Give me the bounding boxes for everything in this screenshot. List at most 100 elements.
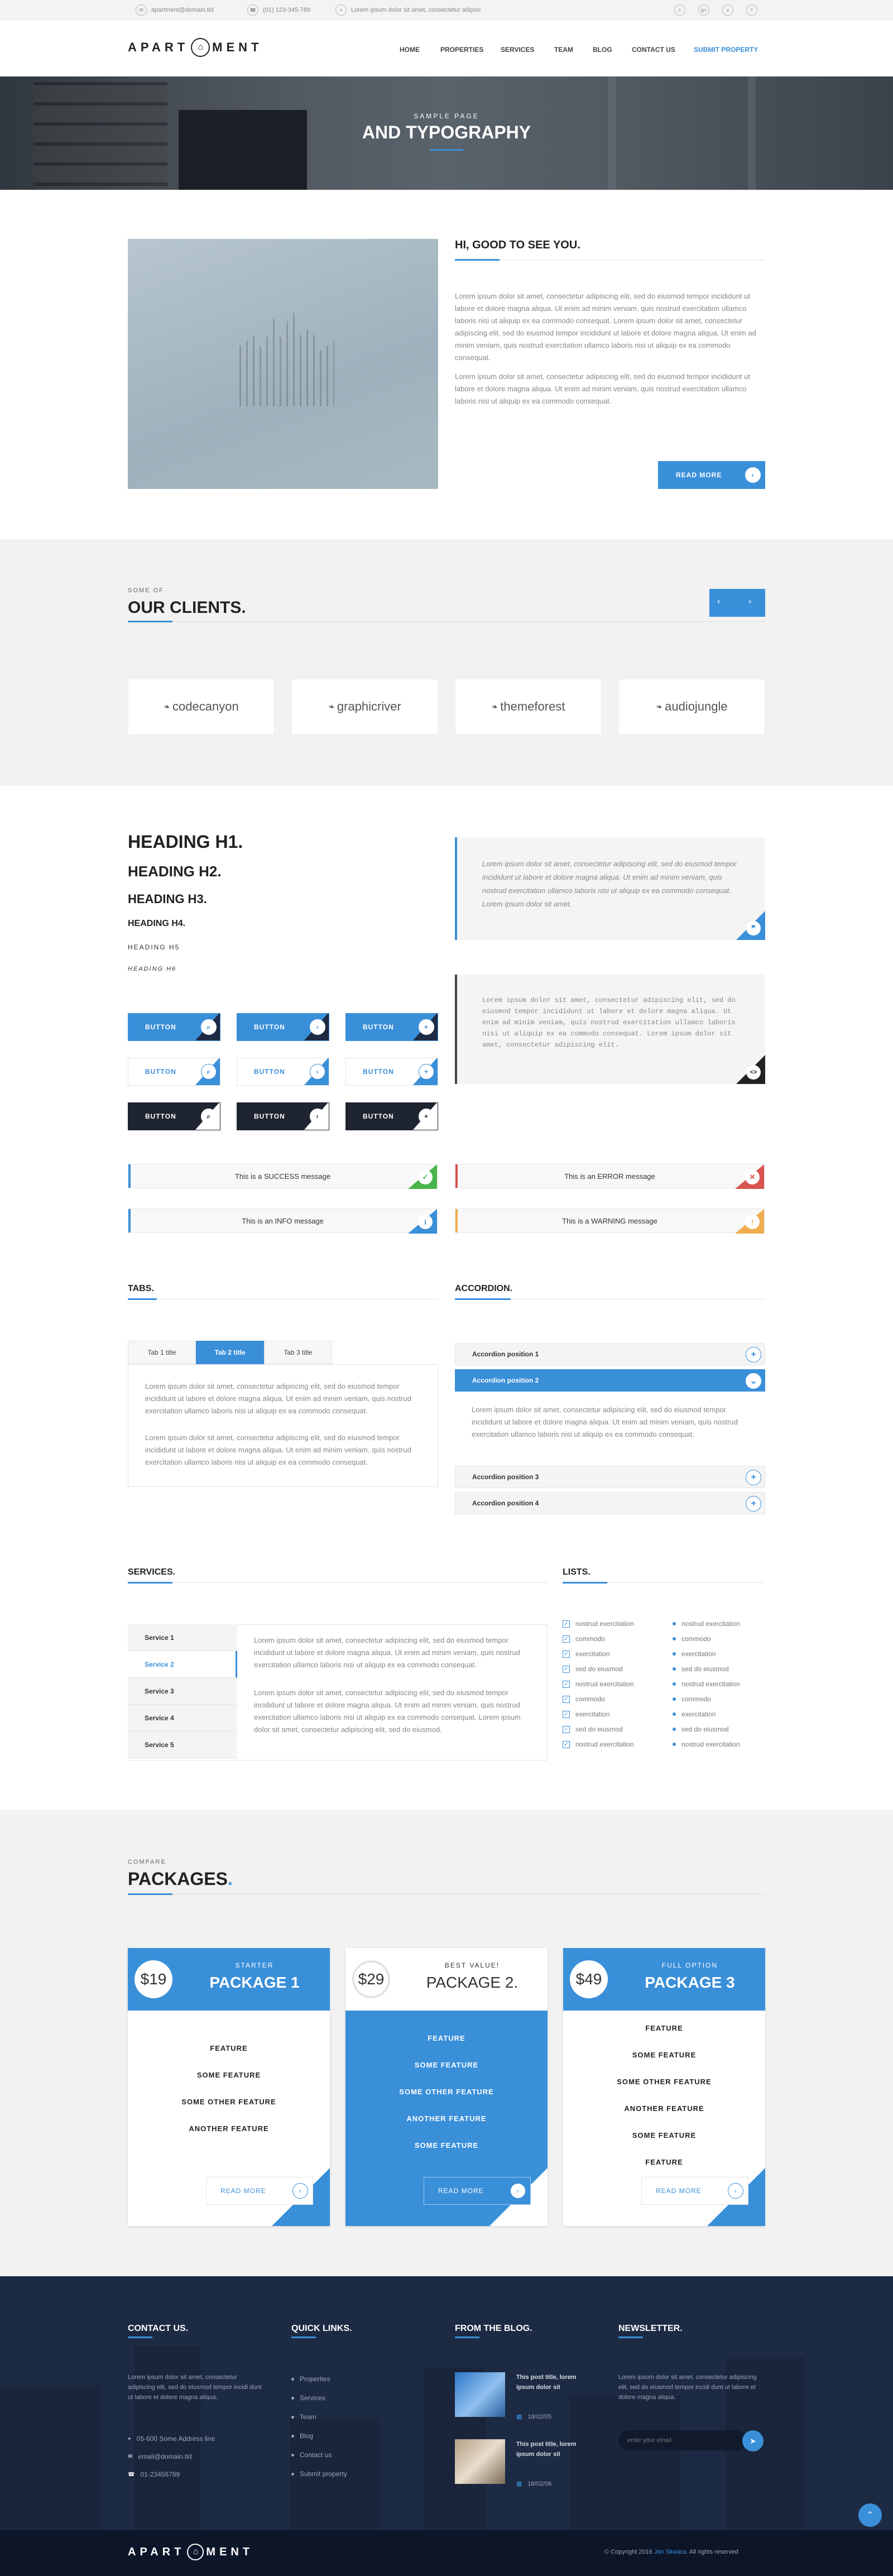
list-item-text: nostrud exercitation <box>575 1740 634 1748</box>
package-read-more-button[interactable]: READ MORE › <box>424 2177 531 2205</box>
service-tab-2[interactable]: Service 2 <box>128 1651 237 1678</box>
button-label: READ MORE <box>220 2187 266 2195</box>
demo-button-r2-c2[interactable]: BUTTON › <box>237 1058 329 1086</box>
logo[interactable]: APART ⌂ MENT <box>128 38 262 57</box>
quick-link-blog[interactable]: Blog <box>291 2432 313 2440</box>
code-text: Lorem ipsum dolor sit amet, consectetur … <box>482 996 736 1049</box>
quick-link-services[interactable]: Services <box>291 2394 325 2402</box>
blog-thumb-2[interactable] <box>455 2439 505 2484</box>
search-icon: ⌕ <box>201 1064 217 1080</box>
bullet-icon <box>291 2453 294 2457</box>
demo-button-r1-c3[interactable]: BUTTON + <box>345 1013 438 1041</box>
topbar-phone[interactable]: ☎ (01) 123-345-789 <box>247 4 310 16</box>
tab-paragraph-1: Lorem ipsum dolor sit amet, consectetur … <box>145 1382 411 1415</box>
nav-contact[interactable]: CONTACT US <box>632 46 675 54</box>
message-bar <box>455 1164 458 1188</box>
success-message: This is a SUCCESS message ✓ <box>128 1164 438 1189</box>
list-item-text: sed do eiusmod <box>575 1665 623 1673</box>
bullet-icon <box>673 1712 676 1716</box>
package-tag: FULL OPTION <box>661 1961 718 1969</box>
nav-blog[interactable]: BLOG <box>593 46 612 54</box>
package-read-more-button[interactable]: READ MORE › <box>641 2177 748 2205</box>
button-label: BUTTON <box>254 1068 285 1076</box>
list-item: ✓ sed do eiusmod <box>563 1725 623 1733</box>
blog-thumb-1[interactable] <box>455 2372 505 2417</box>
button-label: BUTTON <box>363 1112 394 1120</box>
footer: CONTACT US. Lorem ipsum dolor sit amet, … <box>0 2276 893 2530</box>
footer-email[interactable]: ✉ email@domain.tld <box>128 2453 192 2460</box>
message-bar <box>128 1209 131 1232</box>
envelope-icon: ✉ <box>128 2453 133 2460</box>
client-logo-audiojungle[interactable]: ❧ audiojungle <box>618 679 765 735</box>
scroll-to-top-button[interactable]: ⌃ <box>858 2503 882 2527</box>
client-logo-themeforest[interactable]: ❧ themeforest <box>455 679 602 735</box>
list-item-text: nostrud exercitation <box>681 1680 740 1688</box>
header: APART ⌂ MENT HOME PROPERTIES SERVICES TEAM… <box>0 20 893 76</box>
nav-submit-property[interactable]: SUBMIT PROPERTY <box>694 46 758 54</box>
intro-read-more-button[interactable]: READ MORE › <box>658 461 765 489</box>
quick-link-contact-us[interactable]: Contact us <box>291 2451 332 2459</box>
bullet-icon <box>291 2415 294 2419</box>
nav-properties[interactable]: PROPERTIES <box>440 46 483 54</box>
arrow-left-icon[interactable]: ‹ <box>717 597 720 607</box>
demo-button-r3-c1[interactable]: BUTTON ⌕ <box>128 1102 220 1130</box>
chevron-right-icon: › <box>310 1019 325 1035</box>
arrow-right-icon[interactable]: › <box>748 597 751 607</box>
service-tab-3[interactable]: Service 3 <box>128 1678 237 1705</box>
accordion-content-text: Lorem ipsum dolor sit amet, consectetur … <box>472 1405 738 1438</box>
twitter-icon[interactable]: t <box>674 4 685 16</box>
blog-post-title-2[interactable]: This post title, lorem ipsum dolor sit <box>516 2439 589 2459</box>
nav-team[interactable]: TEAM <box>554 46 573 54</box>
footer-logo[interactable]: APART ⌂ MENT <box>128 2544 253 2560</box>
package-feature: SOME OTHER FEATURE <box>181 2098 276 2106</box>
topbar-email[interactable]: ✉ apartment@domain.tld <box>136 4 213 16</box>
leaf-icon: ❧ <box>328 702 335 711</box>
package-read-more-button[interactable]: READ MORE › <box>206 2177 313 2205</box>
nav-home[interactable]: HOME <box>400 46 420 54</box>
demo-button-r2-c1[interactable]: BUTTON ⌕ <box>128 1058 220 1086</box>
checkbox-icon: ✓ <box>563 1725 570 1733</box>
tab-2[interactable]: Tab 2 title <box>196 1341 264 1364</box>
code-icon: <> <box>746 1065 761 1080</box>
intro-paragraph-2: Lorem ipsum dolor sit amet, consectetur … <box>455 372 750 405</box>
demo-button-r3-c3[interactable]: BUTTON + <box>345 1102 438 1130</box>
tab-3[interactable]: Tab 3 title <box>264 1341 332 1364</box>
demo-button-r3-c2[interactable]: BUTTON › <box>237 1102 329 1130</box>
quick-link-submit-property[interactable]: Submit property <box>291 2470 347 2478</box>
quick-link-properties[interactable]: Properties <box>291 2375 330 2383</box>
blog-post-title-1[interactable]: This post title, lorem ipsum dolor sit <box>516 2372 589 2392</box>
newsletter-email-input[interactable] <box>618 2430 747 2450</box>
chevron-right-icon: › <box>745 467 761 483</box>
hero-subtitle: SAMPLE PAGE <box>414 112 479 120</box>
package-feature: ANOTHER FEATURE <box>624 2104 704 2113</box>
nav-services[interactable]: SERVICES <box>501 46 534 54</box>
clients-kicker: SOME OF <box>128 587 164 594</box>
quick-link-label: Blog <box>300 2432 314 2440</box>
accordion-item-1[interactable]: Accordion position 1 + <box>455 1343 765 1365</box>
google-plus-icon[interactable]: g+ <box>698 4 709 16</box>
heading-h5: HEADING H5 <box>128 943 180 951</box>
service-tab-4[interactable]: Service 4 <box>128 1705 237 1731</box>
service-tab-1[interactable]: Service 1 <box>128 1624 237 1651</box>
service-tab-5[interactable]: Service 5 <box>128 1731 237 1758</box>
client-logo-codecanyon[interactable]: ❧ codecanyon <box>128 679 275 735</box>
author-link[interactable]: Jan Skwara <box>654 2549 686 2555</box>
accordion-item-2[interactable]: Accordion position 2 ⌄ <box>455 1369 765 1392</box>
leaf-icon: ❧ <box>164 702 171 711</box>
list-item-text: nostrud exercitation <box>575 1680 634 1688</box>
demo-button-r1-c2[interactable]: BUTTON › <box>237 1013 329 1041</box>
quick-link-team[interactable]: Team <box>291 2413 316 2421</box>
footer-underline <box>618 2337 643 2338</box>
accordion-item-3[interactable]: Accordion position 3 + <box>455 1466 765 1488</box>
send-icon[interactable]: ➤ <box>742 2430 764 2452</box>
checkbox-icon: ✓ <box>563 1665 570 1673</box>
list-item: ✓ nostrud exercitation <box>563 1620 634 1628</box>
tab-1[interactable]: Tab 1 title <box>128 1341 196 1364</box>
accordion-item-4[interactable]: Accordion position 4 + <box>455 1492 765 1514</box>
vimeo-icon[interactable]: v <box>722 4 733 16</box>
button-label: BUTTON <box>145 1023 176 1031</box>
facebook-icon[interactable]: f <box>746 4 757 16</box>
client-logo-graphicriver[interactable]: ❧ graphicriver <box>291 679 438 735</box>
demo-button-r1-c1[interactable]: BUTTON ⌕ <box>128 1013 220 1041</box>
demo-button-r2-c3[interactable]: BUTTON + <box>345 1058 438 1086</box>
